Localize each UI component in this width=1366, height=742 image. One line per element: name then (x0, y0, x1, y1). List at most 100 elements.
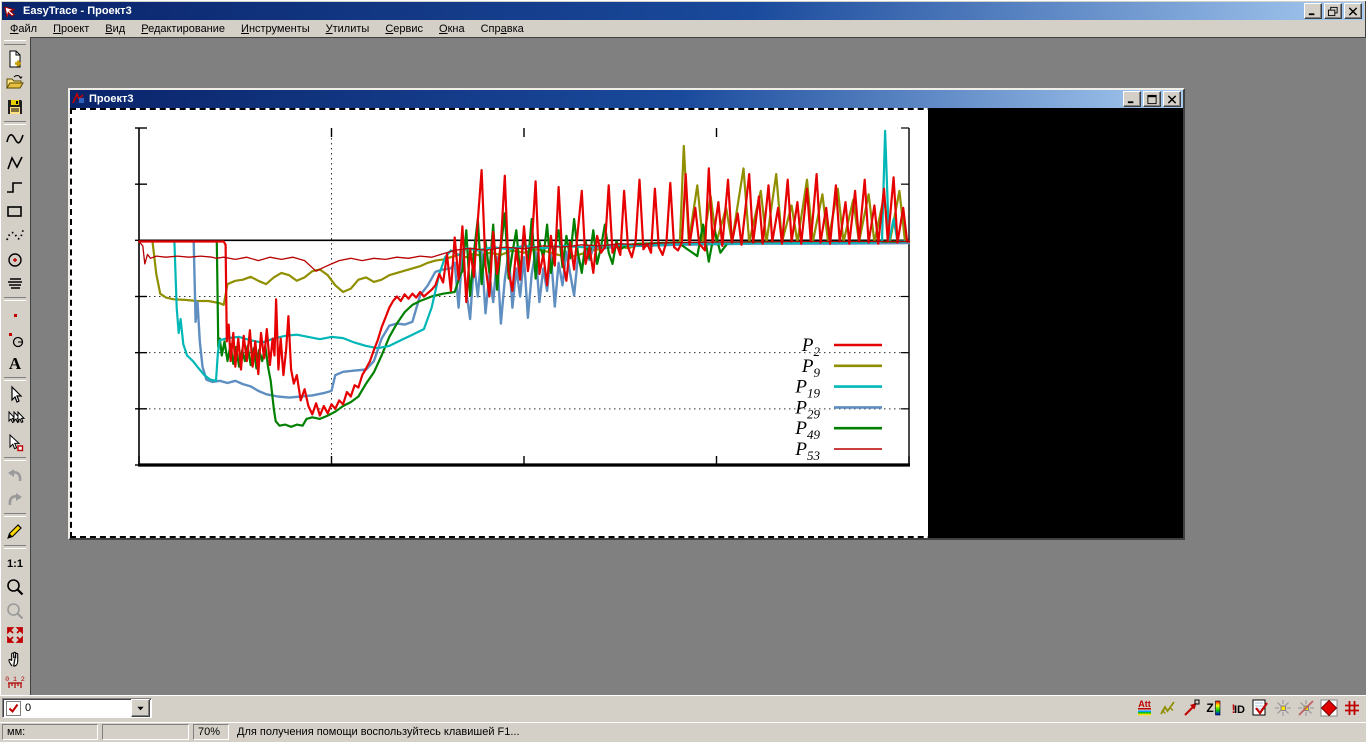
red-diamond-icon (1320, 699, 1337, 717)
multi-select-tool-button[interactable] (2, 407, 28, 431)
undo-button (2, 463, 28, 487)
select-tool-button[interactable] (2, 383, 28, 407)
open-project-button[interactable] (2, 71, 28, 95)
svg-text:1:1: 1:1 (7, 558, 23, 570)
symbol-point-tool-icon (9, 333, 24, 348)
circle-point-tool-button[interactable] (2, 247, 28, 271)
step-line-tool-button[interactable] (2, 175, 28, 199)
child-close-button[interactable] (1163, 91, 1181, 107)
layer-visible-checkbox[interactable] (6, 700, 21, 716)
grid-icon (1344, 701, 1359, 715)
zoom-tool-button[interactable] (2, 575, 28, 599)
grid-button[interactable] (1341, 697, 1362, 719)
polyline-tool-button[interactable] (2, 151, 28, 175)
spline-check-icon (1159, 701, 1175, 715)
menu-bar: Файл Проект Вид Редактирование Инструменты Ут… (2, 20, 1364, 38)
symbol-point-tool-button[interactable] (2, 327, 28, 351)
polyline-tool-icon (7, 156, 23, 170)
zoom-1to1-button[interactable]: 1:1 (2, 551, 28, 575)
pencil-tool-button[interactable] (2, 519, 28, 543)
dotted-curve-tool-button[interactable] (2, 223, 28, 247)
magnifier-icon (7, 579, 24, 596)
verify-icon (1252, 699, 1268, 716)
app-icon (4, 4, 20, 18)
vectorize-button[interactable] (1318, 697, 1339, 719)
object-select-tool-button[interactable] (2, 431, 28, 455)
status-coords (102, 724, 189, 740)
ruler-button[interactable]: 0 1 2 (2, 671, 28, 695)
raster-black-area (928, 108, 1183, 538)
zoom-region-button (2, 599, 28, 623)
toolbar-separator (4, 121, 26, 125)
menu-item-project[interactable]: Проект (45, 21, 97, 37)
toolbar-separator (4, 457, 26, 461)
flash-node-off-icon (1297, 700, 1314, 716)
hatch-tool-button[interactable] (2, 271, 28, 295)
close-button[interactable] (1344, 3, 1362, 19)
text-tool-button[interactable]: A (2, 351, 28, 375)
step-line-tool-icon (7, 182, 22, 193)
menu-item-view[interactable]: Вид (97, 21, 133, 37)
goto-arrow-icon (1183, 699, 1199, 716)
svg-text:ID: ID (1234, 704, 1245, 716)
minimize-button[interactable] (1304, 3, 1322, 19)
toolbar-separator (4, 545, 26, 549)
restore-button[interactable] (1324, 3, 1342, 19)
fit-view-button[interactable] (2, 623, 28, 647)
menu-item-help[interactable]: Справка (473, 21, 532, 37)
id-labels-button[interactable]: ! ID (1226, 697, 1247, 719)
toolbar-separator (4, 377, 26, 381)
save-icon (8, 100, 22, 114)
spline-check-button[interactable] (1157, 697, 1178, 719)
rectangle-tool-button[interactable] (2, 199, 28, 223)
multi-select-tool-icon (8, 410, 25, 424)
menu-item-file[interactable]: Файл (2, 21, 45, 37)
layer-combo-dropdown-button[interactable] (131, 699, 150, 717)
verify-button[interactable] (1249, 697, 1270, 719)
hand-icon (8, 651, 19, 667)
point-tool-icon (14, 314, 17, 317)
bottom-toolbar: 0 Att Z ! ID (0, 695, 1366, 722)
child-maximize-button[interactable] (1143, 91, 1161, 107)
chevron-down-icon (137, 706, 144, 710)
child-minimize-button[interactable] (1123, 91, 1141, 107)
status-bar: мм: 70% Для получения помощи воспользуйт… (0, 722, 1366, 742)
point-tool-button[interactable] (2, 303, 28, 327)
attributes-button[interactable]: Att (1134, 697, 1155, 719)
menu-item-service[interactable]: Сервис (377, 21, 431, 37)
z-palette-button[interactable]: Z (1203, 697, 1224, 719)
object-select-tool-icon (9, 433, 24, 452)
raster-canvas[interactable]: P2 P9 P19 P29 P49 P53 (70, 108, 1183, 538)
menu-item-edit[interactable]: Редактирование (133, 21, 233, 37)
new-project-button[interactable] (2, 47, 28, 71)
save-button[interactable] (2, 95, 28, 119)
project-child-window[interactable]: Проект3 P2 P9 P19 P29 P49 P53 (68, 88, 1185, 540)
pan-tool-button[interactable] (2, 647, 28, 671)
toolbar-grip[interactable] (4, 40, 26, 45)
right-toolbar: Att Z ! ID (1134, 697, 1362, 719)
goto-point-button[interactable] (1180, 697, 1201, 719)
status-units: мм: (2, 724, 98, 740)
menu-item-windows[interactable]: Окна (431, 21, 473, 37)
main-titlebar[interactable]: EasyTrace - Проект3 (2, 2, 1364, 20)
toolbar-separator (4, 513, 26, 517)
left-toolbar: A 1:1 0 1 2 (0, 37, 31, 695)
svg-text:Z: Z (1206, 701, 1213, 715)
layer-combo-value: 0 (25, 702, 32, 714)
project-icon (72, 91, 86, 106)
curve-tool-button[interactable] (2, 127, 28, 151)
easytrace-main-window: EasyTrace - Проект3 Файл Проект Вид Редакти… (0, 0, 1366, 742)
z-palette-icon: Z (1206, 700, 1220, 716)
status-zoom: 70% (193, 724, 229, 740)
hatch-tool-icon (8, 278, 22, 289)
flash-node-button (1272, 697, 1293, 719)
layer-combo[interactable]: 0 (2, 698, 152, 718)
child-titlebar[interactable]: Проект3 (70, 90, 1183, 108)
menu-item-tools[interactable]: Инструменты (233, 21, 318, 37)
status-message: Для получения помощи воспользуйтесь клав… (237, 726, 520, 738)
dotted-curve-tool-icon (6, 229, 24, 241)
traced-plot-image: P2P9P19P29P49P53 (135, 127, 911, 467)
menu-item-utilities[interactable]: Утилиты (318, 21, 378, 37)
rectangle-tool-icon (7, 206, 22, 217)
svg-text:P53: P53 (794, 439, 820, 463)
